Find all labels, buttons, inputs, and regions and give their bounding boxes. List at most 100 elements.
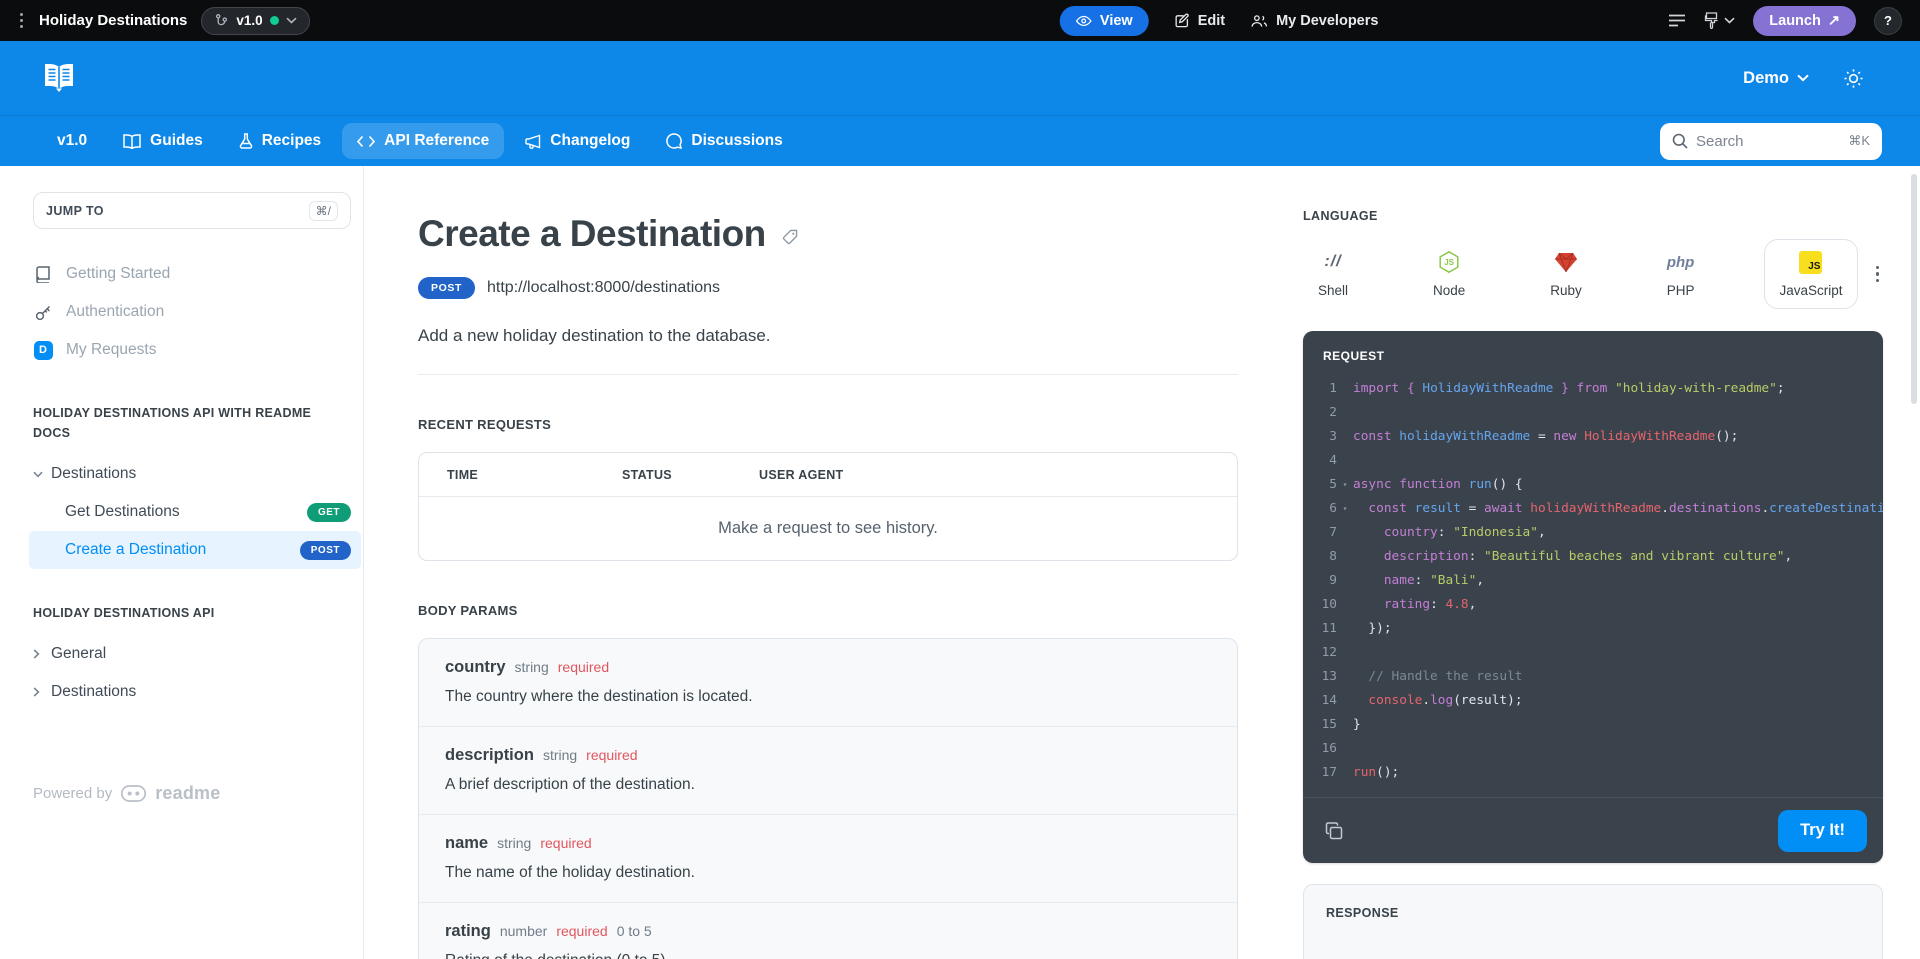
code-line: 6▾ const result = await holidayWithReadm…	[1303, 497, 1883, 521]
tag-icon[interactable]	[782, 229, 798, 245]
powered-by-label: Powered by	[33, 785, 112, 802]
nav-recipes-label: Recipes	[262, 132, 321, 150]
param-name: description	[445, 746, 534, 765]
param-row-description: description string required A brief desc…	[419, 726, 1237, 814]
language-tile-label: JavaScript	[1779, 283, 1842, 298]
code-line: 4	[1303, 449, 1883, 473]
language-tile-label: PHP	[1667, 283, 1695, 298]
sidebar-section-title: HOLIDAY DESTINATIONS API	[33, 603, 325, 623]
align-lines-icon[interactable]	[1668, 14, 1686, 27]
sidebar-item-get-destinations[interactable]: Get Destinations GET	[29, 493, 361, 531]
project-switcher[interactable]: Demo	[1743, 69, 1809, 88]
language-ruby[interactable]: Ruby	[1535, 239, 1597, 309]
sidebar-item-label: My Requests	[66, 341, 156, 359]
response-label: RESPONSE	[1326, 906, 1860, 920]
param-row-rating: rating number required 0 to 5 Rating of …	[419, 902, 1237, 959]
node-icon: JS	[1437, 250, 1461, 274]
more-languages-menu[interactable]	[1872, 262, 1884, 287]
nav-version[interactable]: v1.0	[42, 123, 102, 159]
sidebar-item-label: Getting Started	[66, 265, 170, 283]
column-status: STATUS	[622, 468, 759, 482]
param-description: The country where the destination is loc…	[445, 688, 1211, 706]
powered-by-readme[interactable]: Powered by readme	[33, 783, 349, 804]
chevron-down-icon	[1724, 17, 1735, 24]
version-label: v1.0	[236, 13, 262, 28]
recent-requests-title: RECENT REQUESTS	[418, 417, 1238, 432]
sidebar-group-destinations-2[interactable]: Destinations	[33, 673, 349, 711]
nav-recipes[interactable]: Recipes	[224, 123, 336, 159]
sidebar-item-create-destination[interactable]: Create a Destination POST	[29, 531, 361, 569]
language-javascript[interactable]: JS JavaScript	[1764, 239, 1857, 309]
sidebar-group-label: Destinations	[51, 683, 136, 701]
language-php[interactable]: php PHP	[1652, 239, 1710, 309]
paintbrush-icon	[1704, 12, 1719, 29]
doc-title-row: Create a Destination	[418, 213, 1238, 255]
sidebar-top-links: Getting Started Authentication D My Requ…	[33, 255, 349, 369]
view-button[interactable]: View	[1060, 6, 1149, 36]
appearance-menu[interactable]	[1704, 12, 1735, 29]
grip-menu-icon[interactable]	[18, 9, 25, 32]
topbar-left: Holiday Destinations v1.0	[18, 7, 310, 35]
param-range: 0 to 5	[617, 923, 652, 939]
language-shell[interactable]: :// Shell	[1303, 239, 1363, 309]
flask-icon	[239, 133, 253, 149]
sidebar-item-authentication[interactable]: Authentication	[33, 293, 349, 331]
code-fold-icon[interactable]: ▾	[1337, 473, 1353, 497]
code-line: 13 // Handle the result	[1303, 665, 1883, 689]
param-row-country: country string required The country wher…	[419, 639, 1237, 726]
search-box[interactable]: ⌘K	[1660, 123, 1882, 160]
code-line: 9 name: "Bali",	[1303, 569, 1883, 593]
code-line: 7 country: "Indonesia",	[1303, 521, 1883, 545]
language-row: :// Shell JS Node Ruby	[1303, 239, 1883, 309]
param-name: country	[445, 658, 506, 677]
column-time: TIME	[447, 468, 622, 482]
page-scrollbar[interactable]	[1911, 174, 1917, 404]
nav-discussions[interactable]: Discussions	[651, 123, 797, 159]
nav-guides[interactable]: Guides	[108, 123, 218, 159]
search-shortcut: ⌘K	[1848, 133, 1870, 149]
param-required-flag: required	[540, 835, 591, 851]
sidebar-item-my-requests[interactable]: D My Requests	[33, 331, 349, 369]
chevron-right-icon	[33, 687, 43, 697]
code-panel-footer: Try It!	[1303, 797, 1883, 863]
param-description: A brief description of the destination.	[445, 776, 1211, 794]
readme-wordmark: readme	[155, 783, 220, 804]
language-label: LANGUAGE	[1303, 209, 1920, 223]
project-switcher-label: Demo	[1743, 69, 1789, 88]
nav-discussions-label: Discussions	[691, 132, 782, 150]
body-params-box: country string required The country wher…	[418, 638, 1238, 959]
version-selector[interactable]: v1.0	[201, 7, 309, 35]
edit-button[interactable]: Edit	[1175, 13, 1225, 29]
language-node[interactable]: JS Node	[1418, 239, 1480, 309]
request-code-panel: REQUEST 1import { HolidayWithReadme } fr…	[1303, 331, 1883, 863]
sidebar-group-general[interactable]: General	[33, 635, 349, 673]
copy-code-button[interactable]	[1325, 822, 1343, 840]
sidebar-group-destinations[interactable]: Destinations	[33, 455, 349, 493]
topbar-right: Launch ↗ ?	[1668, 6, 1902, 36]
chat-bubble-icon	[666, 133, 682, 149]
code-line: 17run();	[1303, 761, 1883, 785]
nav-changelog[interactable]: Changelog	[510, 123, 645, 159]
try-it-button[interactable]: Try It!	[1778, 810, 1867, 852]
launch-label: Launch	[1769, 13, 1821, 29]
readme-book-logo[interactable]	[42, 63, 76, 93]
param-type: string	[543, 747, 577, 763]
code-fold-icon[interactable]: ▾	[1337, 497, 1353, 521]
jump-to-button[interactable]: JUMP TO ⌘/	[33, 192, 351, 229]
nav-api-reference[interactable]: API Reference	[342, 123, 504, 159]
code-line: 5▾async function run() {	[1303, 473, 1883, 497]
theme-toggle-sun-icon[interactable]	[1843, 68, 1864, 89]
launch-button[interactable]: Launch ↗	[1753, 6, 1856, 36]
table-header-row: TIME STATUS USER AGENT	[419, 453, 1237, 496]
sidebar-item-getting-started[interactable]: Getting Started	[33, 255, 349, 293]
nav-changelog-label: Changelog	[550, 132, 630, 150]
post-method-badge: POST	[300, 541, 351, 560]
d-badge-icon: D	[33, 341, 53, 360]
help-button[interactable]: ?	[1874, 7, 1902, 35]
content-area: JUMP TO ⌘/ Getting Started Authenticatio…	[0, 166, 1920, 959]
code-editor[interactable]: 1import { HolidayWithReadme } from "holi…	[1303, 373, 1883, 797]
sidebar-item-label: Create a Destination	[65, 541, 206, 559]
param-required-flag: required	[556, 923, 607, 939]
search-input[interactable]	[1696, 133, 1840, 150]
my-developers-button[interactable]: My Developers	[1251, 13, 1378, 29]
